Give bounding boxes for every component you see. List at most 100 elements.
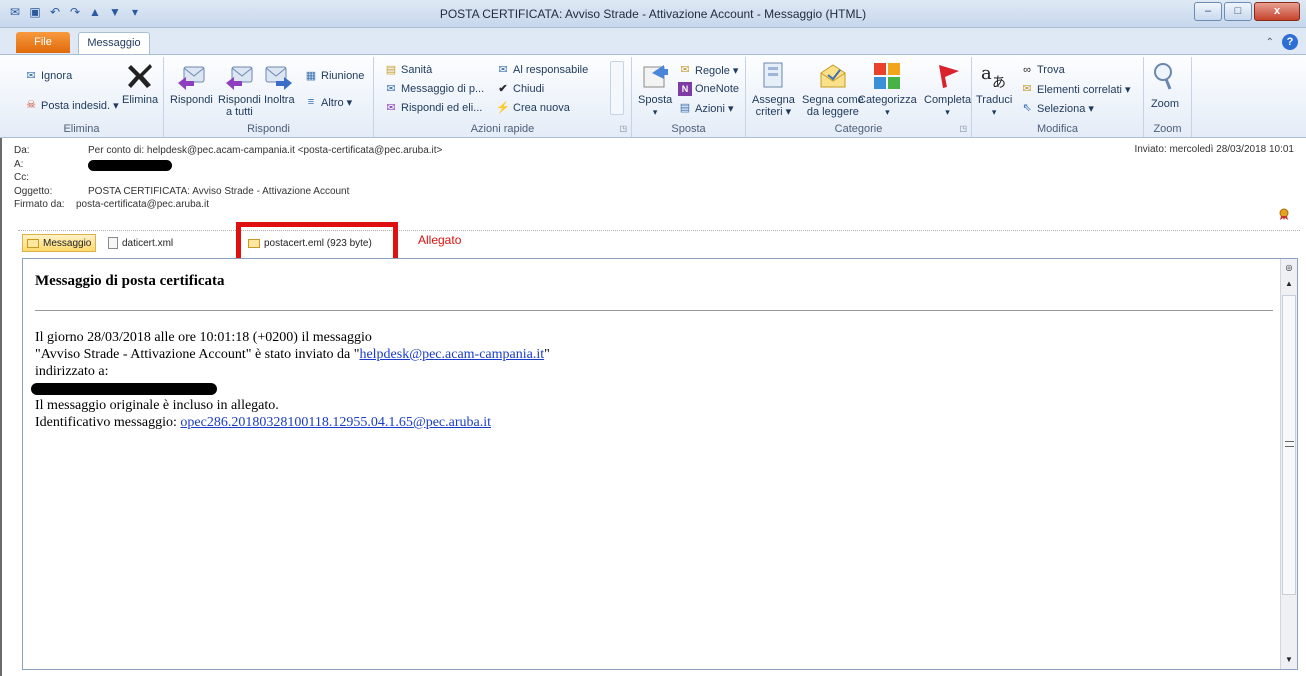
quick-step-sanita[interactable]: ▤ Sanità [384, 63, 432, 77]
scroll-up-button[interactable]: ▲ [1283, 277, 1295, 291]
elementi-correlati-button[interactable]: ✉ Elementi correlati ▾ [1020, 82, 1130, 96]
message-body: Messaggio di posta certificata Il giorno… [22, 258, 1298, 670]
riunione-button[interactable]: ▦ Riunione [304, 69, 365, 83]
actions-icon: ▤ [679, 102, 691, 114]
dialog-launcher-icon[interactable]: ◳ [959, 124, 967, 133]
quick-step-messaggio[interactable]: ✉ Messaggio di p... [384, 82, 484, 96]
svg-text:あ: あ [992, 75, 1006, 91]
quick-step-responsabile[interactable]: ✉ Al responsabile [496, 63, 588, 77]
lightning-icon: ⚡ [496, 102, 510, 114]
group-categorie: Assegna criteri ▾ Segna come da leggere … [746, 57, 972, 137]
categorize-icon [874, 63, 901, 89]
body-line-id: Identificativo messaggio: opec286.201803… [35, 415, 492, 430]
quick-step-rispondi-elimina[interactable]: ✉ Rispondi ed eli... [384, 101, 482, 115]
message-heading: Messaggio di posta certificata [35, 273, 225, 289]
tab-file[interactable]: File [16, 32, 70, 53]
scroll-settings-icon[interactable]: ◎ [1283, 261, 1295, 275]
maximize-button[interactable]: □ [1224, 2, 1252, 21]
attachment-messaggio[interactable]: Messaggio [22, 234, 97, 252]
forward-icon [265, 66, 293, 90]
cc-row: Cc: [14, 172, 29, 183]
ignora-button[interactable]: ✉ Ignora [24, 69, 72, 83]
junk-icon: ☠ [26, 99, 36, 111]
altro-button[interactable]: ≡ Altro ▾ [304, 95, 352, 109]
certificate-ribbon-icon[interactable] [1278, 208, 1290, 220]
from-value[interactable]: Per conto di: helpdesk@pec.acam-campania… [88, 145, 442, 156]
quick-step-chiudi[interactable]: ✔ Chiudi [496, 82, 544, 96]
redacted-address [31, 383, 217, 395]
group-sposta: Sposta ▾ ✉ Regole ▾ N OneNote ▤ Azioni ▾… [632, 57, 746, 137]
minimize-ribbon-icon[interactable]: ⌃ [1266, 37, 1274, 48]
window-title: POSTA CERTIFICATA: Avviso Strade - Attiv… [439, 7, 867, 21]
assign-policy-icon [763, 62, 783, 88]
flag-icon [938, 65, 959, 88]
ignore-icon: ✉ [26, 70, 36, 82]
inoltra-button[interactable]: Inoltra [264, 61, 295, 106]
sender-link[interactable]: helpdesk@pec.acam-campania.it [359, 347, 544, 362]
segna-come-da-leggere-button[interactable]: Segna come da leggere [802, 61, 864, 118]
xml-file-icon [108, 237, 118, 249]
attachment-daticert[interactable]: daticert.xml [104, 234, 177, 252]
regole-button[interactable]: ✉ Regole ▾ [678, 63, 738, 77]
subject-value: POSTA CERTIFICATA: Avviso Strade - Attiv… [88, 186, 350, 197]
message-header: Da: Per conto di: helpdesk@pec.acam-camp… [14, 140, 1304, 230]
forward-to-manager-icon: ✉ [498, 64, 508, 76]
magnifier-icon [1154, 63, 1172, 90]
assegna-criteri-button[interactable]: Assegna criteri ▾ [752, 61, 795, 118]
message-icon: ✉ [386, 83, 396, 95]
redacted-recipient [88, 160, 172, 171]
mark-unread-icon [820, 64, 846, 88]
elimina-button[interactable]: Elimina [122, 61, 158, 106]
vertical-scrollbar[interactable]: ◎ ▲ ▼ [1280, 259, 1297, 669]
body-line-original: Il messaggio originale è incluso in alle… [35, 398, 279, 413]
tab-messaggio[interactable]: Messaggio [78, 32, 150, 54]
reply-all-icon [226, 66, 253, 90]
ribbon: ✉ Ignora ☠ Posta indesid. ▾ Elimina Elim… [0, 54, 1306, 138]
quick-step-crea-nuova[interactable]: ⚡ Crea nuova [496, 101, 570, 115]
group-modifica: a あ Traduci ▾ ∞ Trova ✉ Elementi correla… [972, 57, 1144, 137]
divider [35, 310, 1273, 311]
group-elimina: ✉ Ignora ☠ Posta indesid. ▾ Elimina Elim… [0, 57, 164, 137]
zoom-button[interactable]: Zoom [1150, 61, 1180, 110]
translate-icon: a あ [981, 63, 1006, 91]
help-icon[interactable]: ? [1282, 34, 1298, 50]
azioni-button[interactable]: ▤ Azioni ▾ [678, 101, 734, 115]
posta-indesiderata-button[interactable]: ☠ Posta indesid. ▾ [24, 98, 119, 112]
sposta-button[interactable]: Sposta ▾ [638, 61, 672, 118]
dialog-launcher-icon[interactable]: ◳ [619, 124, 627, 133]
attachment-bar: Messaggio daticert.xml postacert.eml (92… [18, 230, 1300, 253]
rispondi-button[interactable]: Rispondi [170, 61, 213, 106]
scroll-down-button[interactable]: ▼ [1283, 653, 1295, 667]
categorizza-button[interactable]: Categorizza ▾ [858, 61, 917, 118]
scroll-grip [1285, 441, 1294, 447]
onenote-button[interactable]: N OneNote [678, 82, 739, 96]
body-line-sender: "Avviso Strade - Attivazione Account" è … [35, 347, 550, 362]
related-items-icon: ✉ [1022, 83, 1032, 95]
quick-steps-scroll[interactable] [610, 61, 624, 115]
ribbon-tabs: File Messaggio ⌃ ? [0, 28, 1306, 54]
onenote-icon: N [678, 82, 692, 96]
folder-move-icon: ▤ [385, 64, 397, 76]
body-line-addressed: indirizzato a: [35, 364, 109, 379]
from-row: Da: Per conto di: helpdesk@pec.acam-camp… [14, 145, 443, 156]
close-button[interactable]: x [1254, 2, 1300, 21]
rispondi-a-tutti-button[interactable]: Rispondi a tutti [218, 61, 261, 118]
signed-by-row: Firmato da: posta-certificata@pec.aruba.… [14, 199, 209, 210]
calendar-icon: ▦ [305, 70, 317, 82]
title-bar: ✉ ▣ ↶ ↷ ▲ ▼ ▾ POSTA CERTIFICATA: Avviso … [0, 0, 1306, 28]
traduci-button[interactable]: a あ Traduci ▾ [976, 61, 1012, 118]
signed-by-value: posta-certificata@pec.aruba.it [76, 199, 209, 210]
body-line-date: Il giorno 28/03/2018 alle ore 10:01:18 (… [35, 330, 372, 345]
seleziona-button[interactable]: ⇖ Seleziona ▾ [1020, 101, 1094, 115]
delete-x-icon [128, 64, 153, 88]
rules-icon: ✉ [680, 64, 690, 76]
move-folder-icon [643, 65, 669, 88]
sent-date: Inviato: mercoledì 28/03/2018 10:01 [1134, 144, 1294, 155]
cursor-icon: ⇖ [1022, 102, 1032, 114]
svg-text:a: a [981, 63, 992, 84]
checkmark-icon: ✔ [498, 83, 508, 95]
message-id-link[interactable]: opec286.20180328100118.12955.04.1.65@pec… [180, 415, 491, 430]
completa-button[interactable]: Completa ▾ [924, 61, 971, 118]
trova-button[interactable]: ∞ Trova [1020, 63, 1065, 77]
minimize-button[interactable]: – [1194, 2, 1222, 21]
